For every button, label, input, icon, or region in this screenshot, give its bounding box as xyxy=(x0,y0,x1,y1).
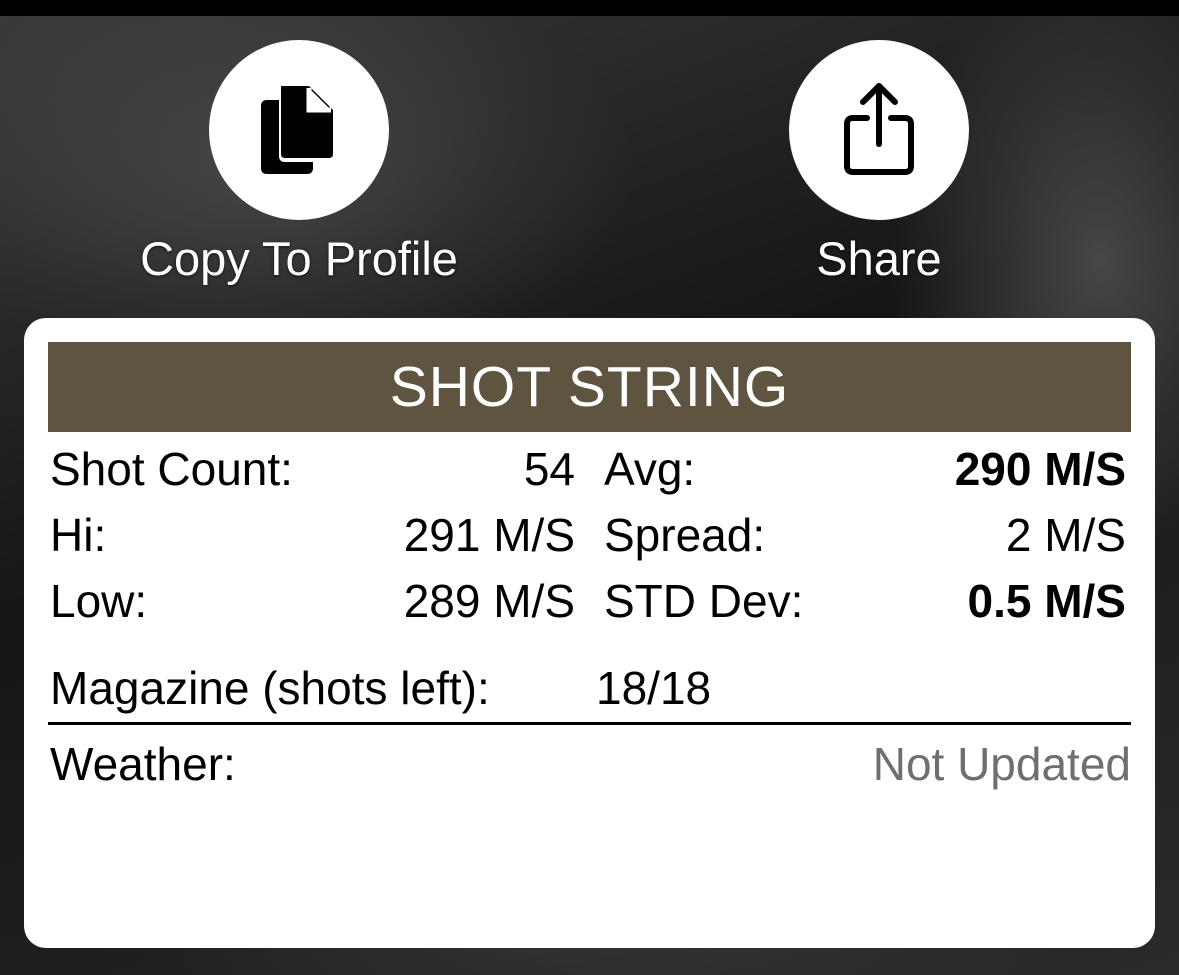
low-label: Low: xyxy=(50,575,148,627)
copy-to-profile-label: Copy To Profile xyxy=(140,232,458,285)
hi-label: Hi: xyxy=(50,509,107,561)
std-dev-label: STD Dev: xyxy=(604,575,804,627)
copy-to-profile-action[interactable]: Copy To Profile xyxy=(119,40,479,288)
shot-string-title: SHOT STRING xyxy=(48,342,1131,432)
magazine-value: 18/18 xyxy=(596,662,712,714)
weather-status[interactable]: Not Updated xyxy=(873,736,1131,792)
avg-label: Avg: xyxy=(604,443,696,495)
hi-value: 291 M/S xyxy=(403,509,575,561)
weather-label: Weather: xyxy=(50,738,236,790)
magazine-label: Magazine (shots left): xyxy=(50,662,490,714)
shot-string-card: SHOT STRING Shot Count: 54 Avg: 290 M/S … xyxy=(24,318,1155,948)
spread-value: 2 M/S xyxy=(1005,509,1126,561)
low-value: 289 M/S xyxy=(403,575,575,627)
copy-documents-icon xyxy=(261,86,333,174)
shot-count-value: 54 xyxy=(523,443,575,495)
share-icon xyxy=(844,83,914,175)
share-action[interactable]: Share xyxy=(699,40,1059,288)
std-dev-value: 0.5 M/S xyxy=(967,575,1126,627)
copy-to-profile-button[interactable] xyxy=(209,40,389,220)
share-label: Share xyxy=(816,232,942,285)
avg-value: 290 M/S xyxy=(954,443,1126,495)
spread-label: Spread: xyxy=(604,509,766,561)
share-button[interactable] xyxy=(789,40,969,220)
shot-count-label: Shot Count: xyxy=(50,443,293,495)
divider xyxy=(48,722,1131,725)
status-bar xyxy=(0,0,1179,16)
